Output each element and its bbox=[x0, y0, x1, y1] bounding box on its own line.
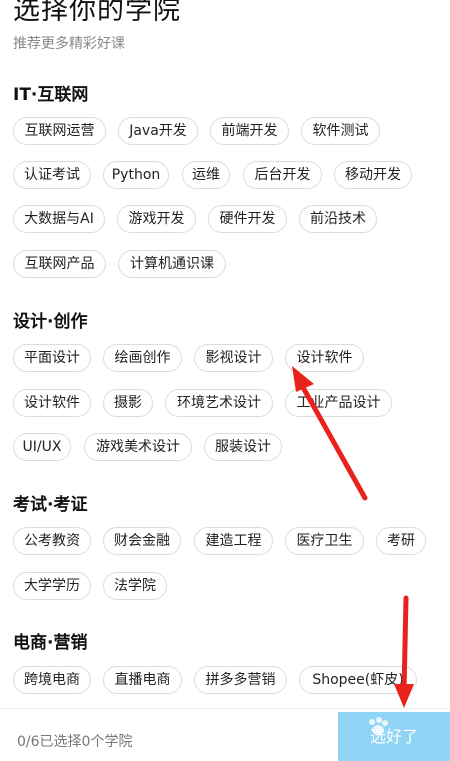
chip-video-design[interactable]: 影视设计 bbox=[194, 344, 273, 372]
section-title-exam: 考试·考证 bbox=[13, 495, 88, 515]
chip-testing[interactable]: 软件测试 bbox=[301, 117, 380, 145]
chip-environment-design[interactable]: 环境艺术设计 bbox=[165, 389, 273, 417]
chip-design-software[interactable]: 设计软件 bbox=[285, 344, 364, 372]
chip-design-software-2[interactable]: 设计软件 bbox=[13, 389, 91, 417]
chip-internet-operation[interactable]: 互联网运营 bbox=[13, 117, 106, 145]
chip-ops[interactable]: 运维 bbox=[182, 161, 230, 189]
chip-postgrad[interactable]: 考研 bbox=[376, 527, 426, 555]
chip-finance[interactable]: 财会金融 bbox=[103, 527, 181, 555]
chip-game-art[interactable]: 游戏美术设计 bbox=[84, 433, 192, 461]
chip-construction[interactable]: 建造工程 bbox=[194, 527, 273, 555]
chip-frontier[interactable]: 前沿技术 bbox=[299, 205, 377, 233]
chip-civil-exam[interactable]: 公考教资 bbox=[13, 527, 91, 555]
chip-ui-ux[interactable]: UI/UX bbox=[13, 433, 71, 461]
chip-law[interactable]: 法学院 bbox=[103, 572, 167, 600]
confirm-button[interactable]: 选好了 bbox=[338, 712, 450, 761]
page-title: 选择你的学院 bbox=[13, 0, 181, 26]
chip-degree[interactable]: 大学学历 bbox=[13, 572, 91, 600]
chip-industrial-design[interactable]: 工业产品设计 bbox=[285, 389, 392, 417]
section-title-it: IT·互联网 bbox=[13, 85, 89, 105]
arrow-pointing-design-software bbox=[292, 366, 368, 501]
chip-medical[interactable]: 医疗卫生 bbox=[285, 527, 364, 555]
chip-java[interactable]: Java开发 bbox=[118, 117, 198, 145]
chip-live-commerce[interactable]: 直播电商 bbox=[103, 666, 182, 694]
section-title-ecommerce: 电商·营销 bbox=[13, 633, 88, 653]
chip-cs-general[interactable]: 计算机通识课 bbox=[118, 250, 226, 278]
chip-game-dev[interactable]: 游戏开发 bbox=[117, 205, 196, 233]
chip-certification[interactable]: 认证考试 bbox=[13, 161, 91, 189]
section-title-design: 设计·创作 bbox=[13, 312, 88, 332]
chip-pinduoduo[interactable]: 拼多多营销 bbox=[194, 666, 287, 694]
chip-photography[interactable]: 摄影 bbox=[103, 389, 153, 417]
chip-graphic-design[interactable]: 平面设计 bbox=[13, 344, 91, 372]
chip-shopee[interactable]: Shopee(虾皮) bbox=[299, 666, 417, 694]
chip-bigdata-ai[interactable]: 大数据与AI bbox=[13, 205, 105, 233]
chip-cross-border[interactable]: 跨境电商 bbox=[13, 666, 91, 694]
chip-frontend[interactable]: 前端开发 bbox=[210, 117, 289, 145]
chip-painting[interactable]: 绘画创作 bbox=[103, 344, 182, 372]
bottom-bar: 0/6已选择0个学院 选好了 bbox=[0, 708, 450, 761]
chip-python[interactable]: Python bbox=[103, 161, 169, 189]
chip-hardware[interactable]: 硬件开发 bbox=[208, 205, 287, 233]
page-subtitle: 推荐更多精彩好课 bbox=[13, 36, 125, 52]
chip-backend[interactable]: 后台开发 bbox=[243, 161, 322, 189]
selection-counter: 0/6已选择0个学院 bbox=[17, 734, 133, 750]
chip-mobile[interactable]: 移动开发 bbox=[334, 161, 412, 189]
chip-internet-product[interactable]: 互联网产品 bbox=[13, 250, 106, 278]
chip-fashion[interactable]: 服装设计 bbox=[204, 433, 282, 461]
